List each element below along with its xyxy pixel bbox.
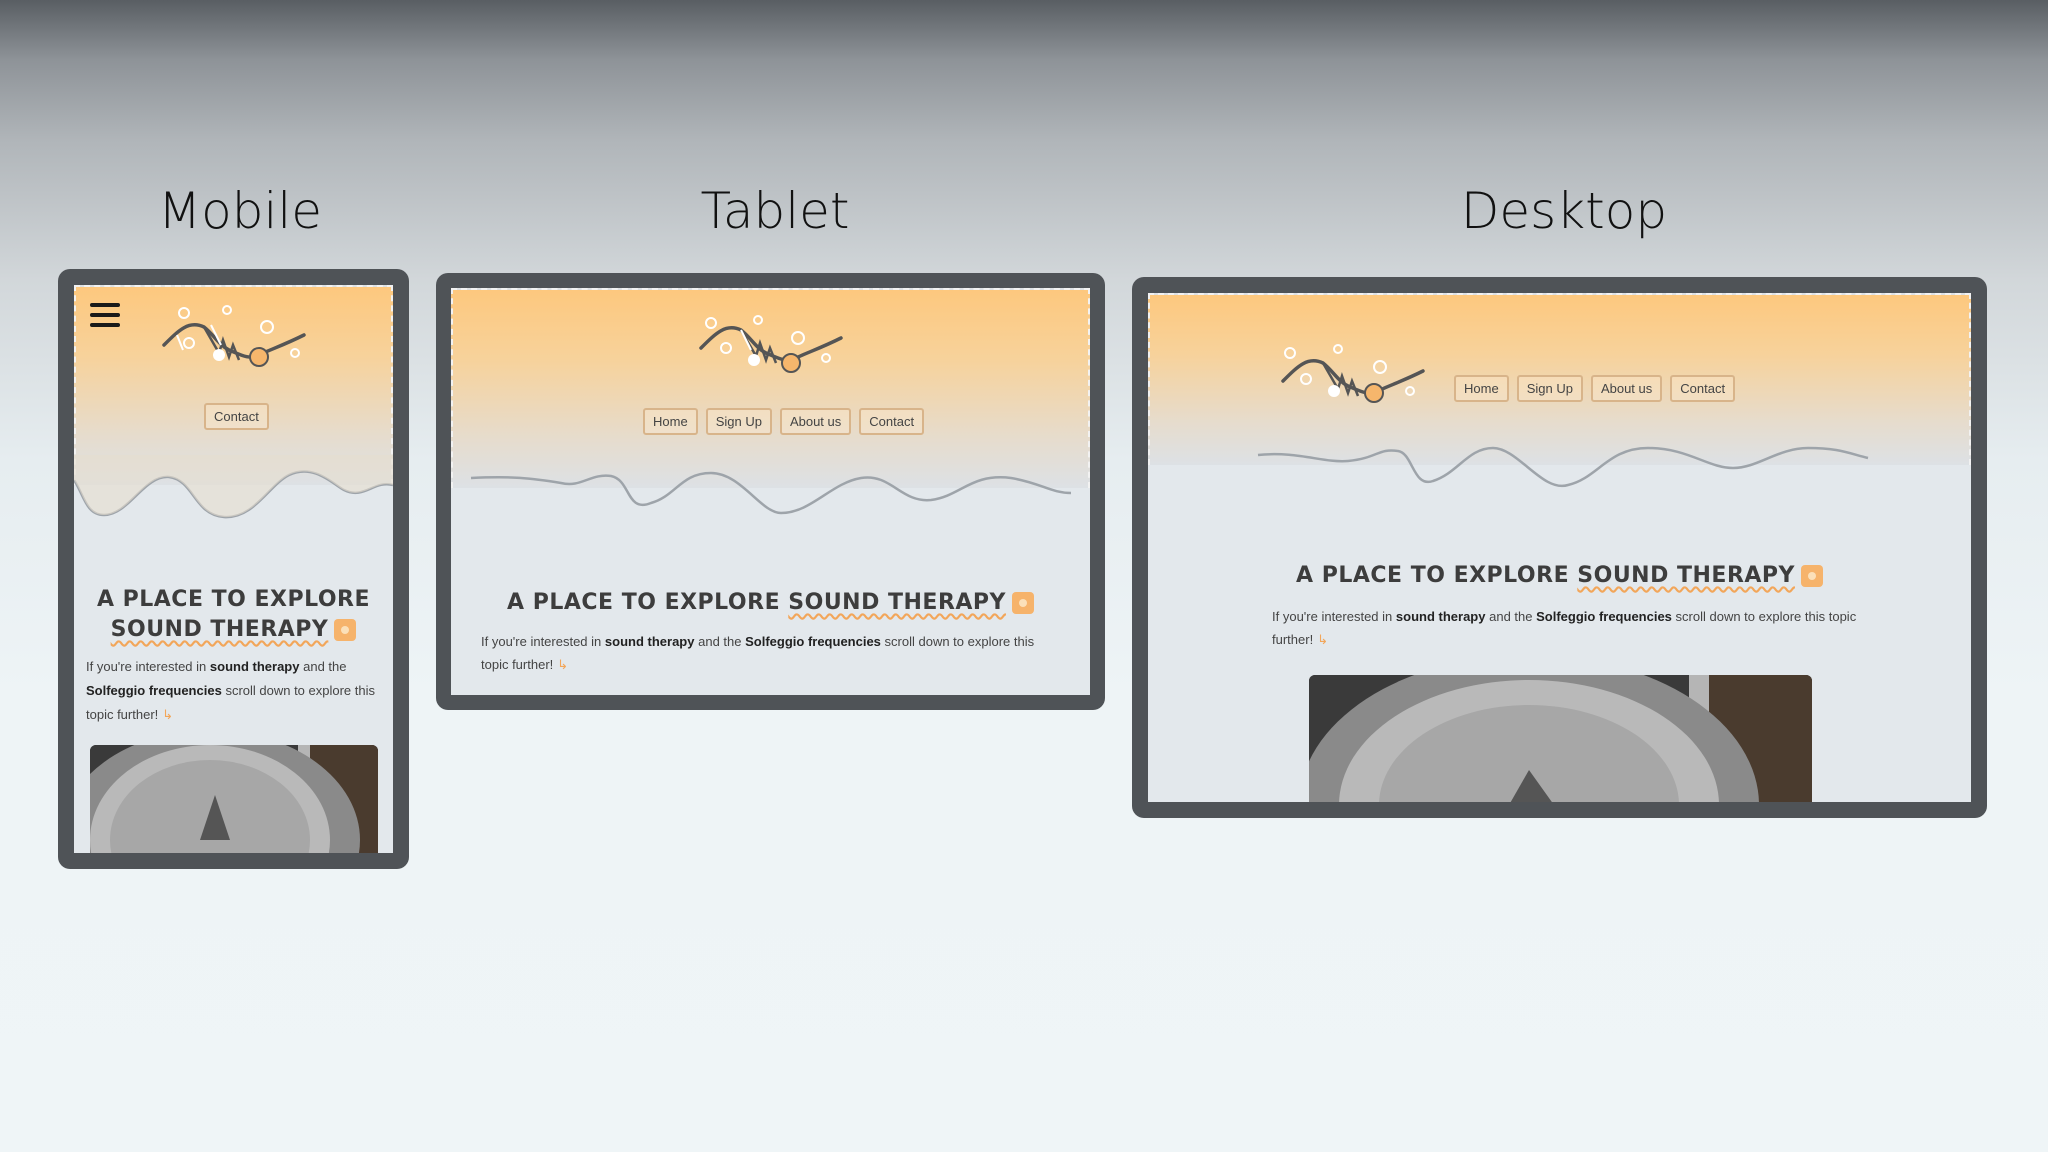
intro-bold-1: sound therapy [604,634,695,649]
nav-home-button[interactable]: Home [1454,375,1509,402]
nav-signup-button[interactable]: Sign Up [705,408,772,435]
headline-text: A place to explore [507,590,781,615]
scroll-icon: ↳ [1317,632,1329,648]
mobile-intro: If you're interested in sound therapy an… [86,655,381,727]
tablet-intro: If you're interested in sound therapy an… [481,630,1061,677]
intro-mid: and the [303,659,347,674]
intro-bold-2: Solfeggio frequencies [86,683,222,699]
intro-bold-1: sound therapy [1395,609,1486,624]
nav-signup-button[interactable]: Sign Up [1516,375,1583,402]
nav-contact-button[interactable]: Contact [1670,375,1736,402]
intro-prefix: If you're interested in [1272,609,1393,624]
sound-wave-logo[interactable] [159,305,309,385]
headline-text: A place to explore [96,587,371,612]
tablet-wave [470,471,1072,515]
mobile-wave [74,455,393,519]
headline-accent: sound therapy [1577,563,1795,588]
scroll-icon: ↳ [162,707,174,723]
speaker-image [1309,675,1812,802]
scroll-icon: ↳ [557,657,569,673]
speaker-image [90,745,378,853]
headline-accent: sound therapy [788,590,1006,615]
house-icon [1011,592,1034,614]
tablet-headline: A place to explore sound therapy [471,588,1070,618]
desktop-intro: If you're interested in sound therapy an… [1272,605,1862,652]
nav-about-button[interactable]: About us [1590,375,1663,402]
intro-bold-1: sound therapy [209,659,300,674]
mobile-label: Mobile [157,182,322,240]
nav-home-button[interactable]: Home [643,408,698,435]
desktop-device-frame: Home Sign Up About us Contact A place to… [1132,277,1987,818]
tablet-device-frame: Home Sign Up About us Contact A place to… [436,273,1105,710]
sound-wave-logo[interactable] [1278,341,1428,421]
house-icon [1800,565,1823,587]
intro-prefix: If you're interested in [86,659,207,674]
intro-mid: and the [1489,609,1533,624]
nav-contact-button[interactable]: Contact [859,408,925,435]
mobile-device-frame: Contact A place to explore sound therapy… [58,269,409,869]
mobile-headline: A place to explore sound therapy [84,585,383,645]
headline-accent: sound therapy [110,617,329,642]
headline-text: A place to explore [1296,563,1570,588]
nav-contact-button[interactable]: Contact [204,403,269,430]
sound-wave-logo[interactable] [696,308,846,388]
tablet-nav: Home Sign Up About us Contact [643,408,925,435]
hamburger-menu-icon[interactable] [90,303,120,329]
intro-bold-2: Solfeggio frequencies [745,634,881,649]
mobile-nav: Contact [204,403,269,430]
nav-about-button[interactable]: About us [779,408,852,435]
desktop-wave [1257,446,1869,488]
house-icon [334,619,357,641]
desktop-screen: Home Sign Up About us Contact A place to… [1148,293,1971,802]
tablet-screen: Home Sign Up About us Contact A place to… [451,288,1090,695]
intro-mid: and the [698,634,742,649]
desktop-label: Desktop [1460,182,1668,240]
tablet-label: Tablet [700,182,850,240]
intro-bold-2: Solfeggio frequencies [1536,609,1672,624]
mobile-screen: Contact A place to explore sound therapy… [74,285,393,853]
intro-prefix: If you're interested in [481,634,602,649]
desktop-headline: A place to explore sound therapy [1208,561,1911,591]
desktop-nav: Home Sign Up About us Contact [1454,375,1736,402]
